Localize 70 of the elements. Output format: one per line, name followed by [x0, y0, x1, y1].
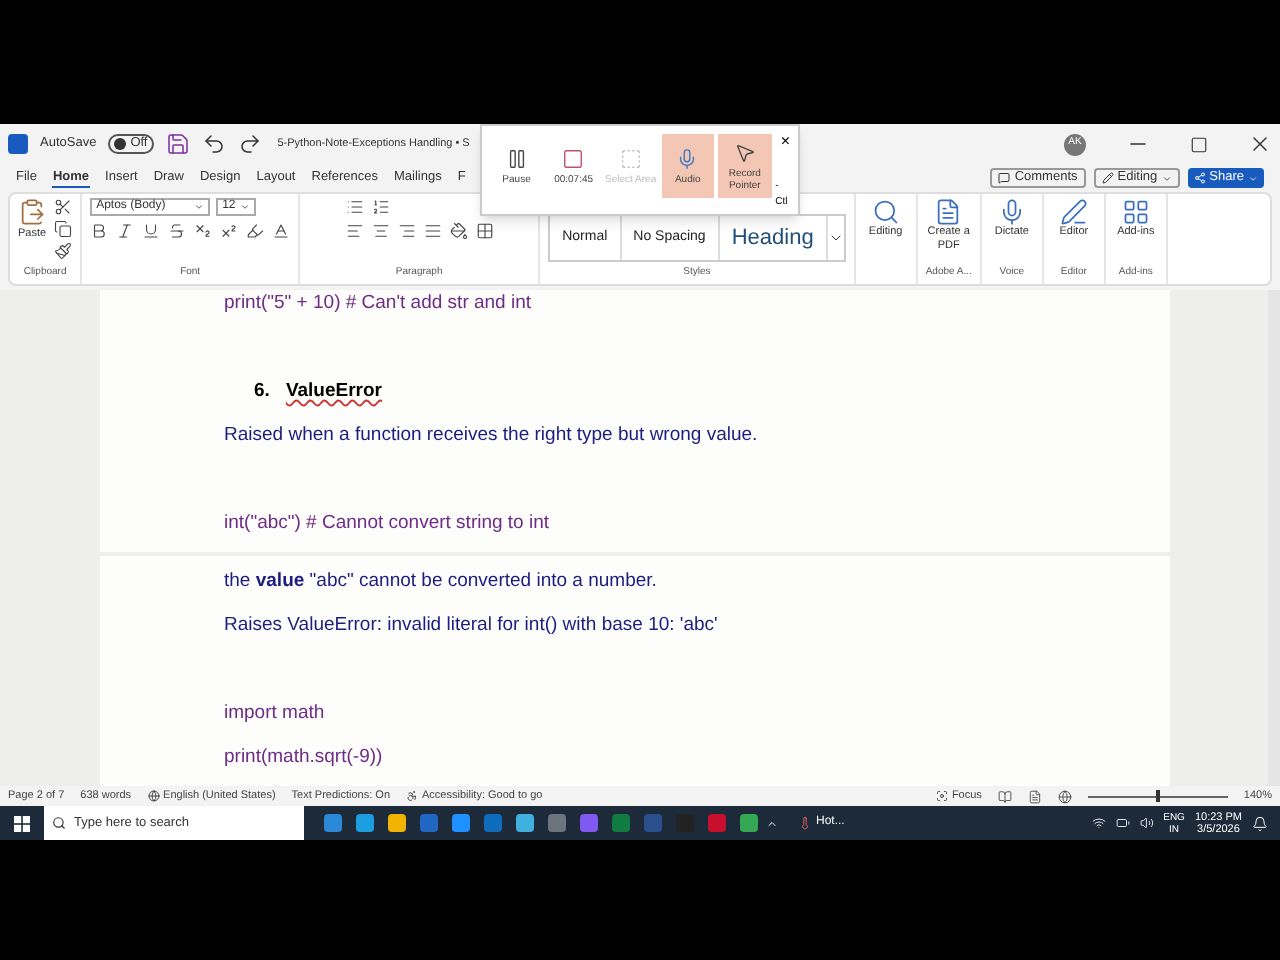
bold-icon[interactable]: [90, 222, 109, 240]
redo-icon[interactable]: [237, 132, 262, 156]
windows-logo-icon[interactable]: [14, 815, 30, 831]
caret-icon: [240, 202, 251, 212]
save-icon[interactable]: [165, 132, 190, 156]
share-icon: [1193, 172, 1206, 184]
globe-icon: [147, 790, 160, 802]
format-painter-icon[interactable]: [54, 242, 73, 260]
font-color-icon[interactable]: [272, 222, 291, 240]
print-layout-icon[interactable]: [1027, 789, 1042, 803]
close-icon[interactable]: [1248, 132, 1272, 156]
accessibility-icon: [406, 790, 418, 802]
focus-icon: [935, 790, 948, 802]
maximize-icon[interactable]: [1190, 135, 1208, 153]
battery-icon[interactable]: [1115, 816, 1130, 830]
pen-icon: [1059, 198, 1088, 226]
zoom-thumb[interactable]: [1155, 790, 1160, 802]
body-text: Raised when a function receives the right type but wrong value.: [224, 422, 760, 450]
underline-icon[interactable]: [142, 222, 161, 240]
search-icon: [52, 816, 66, 830]
caret-icon: [194, 202, 205, 212]
code-line: print("5" + 10) # Can't add str and int: [224, 290, 534, 318]
numbering-icon[interactable]: [371, 198, 390, 216]
heading-text: ValueError: [285, 377, 382, 406]
caret-icon: [1248, 173, 1258, 183]
thermometer-icon: [798, 816, 812, 830]
body-text: the value "abc" cannot be converted into a number.: [224, 568, 659, 596]
italic-icon[interactable]: [116, 222, 135, 240]
grid-icon: [1121, 198, 1150, 226]
recorder-close[interactable]: ×: [780, 134, 791, 150]
network-icon[interactable]: [1091, 816, 1106, 830]
web-layout-icon[interactable]: [1057, 789, 1072, 803]
undo-icon[interactable]: [201, 132, 226, 156]
code-line: print(math.sqrt(-9)): [224, 744, 385, 772]
strikethrough-icon[interactable]: [168, 222, 187, 240]
caret-icon: [1161, 173, 1172, 183]
align-left-icon[interactable]: [345, 222, 364, 240]
comment-icon: [998, 172, 1011, 184]
pencil-icon: [1101, 172, 1114, 184]
highlighter-icon[interactable]: [246, 222, 265, 240]
justify-icon[interactable]: [423, 222, 442, 240]
search-icon: [871, 198, 900, 226]
pause-icon: [505, 147, 528, 169]
area-icon: [619, 147, 642, 169]
align-right-icon[interactable]: [397, 222, 416, 240]
list-number: 6.: [254, 377, 270, 406]
shading-icon[interactable]: [449, 222, 468, 240]
clipboard-icon: [18, 198, 47, 226]
copy-icon[interactable]: [54, 220, 73, 238]
more-styles-icon[interactable]: [827, 230, 844, 246]
cut-icon[interactable]: [54, 198, 73, 216]
read-mode-icon[interactable]: [997, 789, 1012, 803]
superscript-icon[interactable]: [220, 222, 239, 240]
borders-icon[interactable]: [475, 222, 494, 240]
stop-icon: [562, 147, 585, 169]
subscript-icon[interactable]: [194, 222, 213, 240]
notification-icon[interactable]: [1252, 815, 1268, 831]
body-text: Raises ValueError: invalid literal for int() with base 10: 'abc': [224, 612, 720, 640]
bullets-icon[interactable]: [345, 198, 364, 216]
align-center-icon[interactable]: [371, 222, 390, 240]
audio-icon: [676, 147, 699, 169]
pointer-icon: [733, 141, 756, 163]
word-logo-icon: [8, 134, 28, 154]
tray-expand-icon[interactable]: [766, 817, 778, 829]
document-icon: [934, 198, 963, 226]
zoom-slider[interactable]: [1087, 790, 1228, 802]
code-line: import math: [224, 700, 327, 728]
code-line: int("abc") # Cannot convert string to int: [224, 510, 552, 538]
speaker-icon[interactable]: [1139, 816, 1154, 830]
microphone-icon: [997, 198, 1026, 226]
